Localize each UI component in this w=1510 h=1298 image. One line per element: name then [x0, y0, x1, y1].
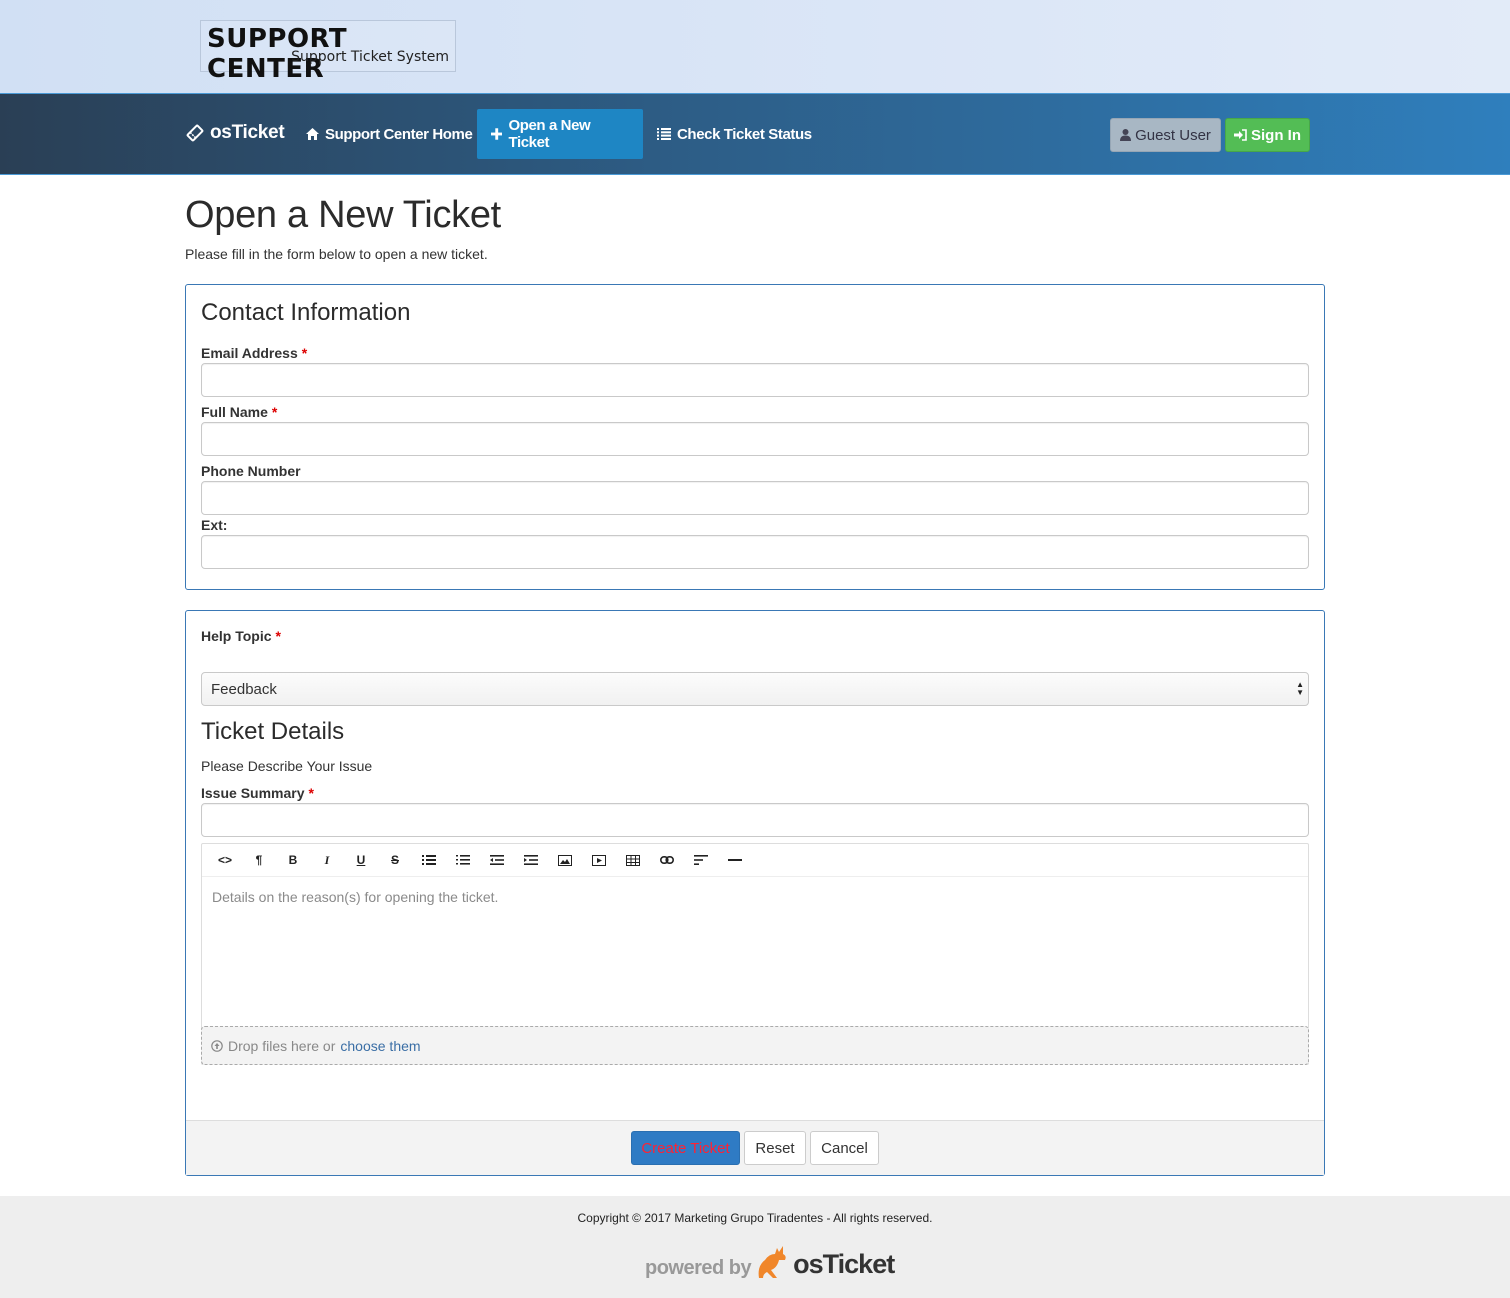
nav-open-new-ticket[interactable]: Open a New Ticket: [477, 109, 643, 159]
editor-placeholder: Details on the reason(s) for opening the…: [212, 889, 499, 905]
html-code-icon[interactable]: <>: [208, 848, 242, 872]
required-mark: *: [301, 345, 308, 361]
outdent-icon[interactable]: [480, 848, 514, 872]
editor-toolbar: <> ¶ B I U S: [202, 844, 1308, 877]
dropzone-text: Drop files here or: [228, 1037, 336, 1054]
powered-by-osticket-logo[interactable]: powered by osTicket: [645, 1242, 895, 1280]
main-navbar: osTicket Support Center Home Open a New …: [0, 93, 1510, 175]
ext-field[interactable]: [201, 535, 1309, 569]
brand-link[interactable]: osTicket: [186, 122, 285, 144]
email-label: Email Address *: [201, 345, 307, 361]
page-intro: Please fill in the form below to open a …: [185, 246, 488, 262]
help-topic-select[interactable]: Feedback ▲ ▼: [201, 672, 1309, 706]
upload-icon: [211, 1039, 223, 1052]
cancel-button[interactable]: Cancel: [810, 1131, 879, 1165]
strikethrough-icon[interactable]: S: [378, 848, 412, 872]
required-mark: *: [308, 785, 314, 801]
select-arrows-icon: ▲ ▼: [1296, 680, 1304, 697]
required-mark: *: [275, 628, 281, 644]
top-banner: SUPPORT CENTER Support Ticket System: [0, 0, 1510, 93]
issue-summary-label-text: Issue Summary: [201, 785, 305, 801]
nav-label-home: Support Center Home: [325, 125, 473, 143]
underline-icon[interactable]: U: [344, 848, 378, 872]
brand-label: osTicket: [210, 122, 285, 143]
issue-summary-label: Issue Summary *: [201, 785, 314, 801]
ticket-details-panel: Help Topic * Feedback ▲ ▼ Ticket Details P…: [185, 610, 1325, 1176]
table-icon[interactable]: [616, 848, 650, 872]
link-icon[interactable]: [650, 848, 684, 872]
full-name-label-text: Full Name: [201, 404, 268, 420]
powered-by-text: powered by: [645, 1257, 752, 1279]
sign-in-label: Sign In: [1251, 126, 1301, 144]
required-mark: *: [271, 404, 278, 420]
page-title: Open a New Ticket: [185, 194, 501, 236]
email-label-text: Email Address: [201, 345, 298, 361]
contact-heading: Contact Information: [201, 299, 411, 326]
help-topic-label: Help Topic *: [201, 628, 281, 644]
indent-icon[interactable]: [514, 848, 548, 872]
phone-field[interactable]: [201, 481, 1309, 515]
kangaroo-icon: [758, 1246, 786, 1278]
horizontal-rule-icon[interactable]: [718, 848, 752, 872]
image-icon[interactable]: [548, 848, 582, 872]
guest-user-button[interactable]: Guest User: [1110, 118, 1221, 152]
ticket-details-description: Please Describe Your Issue: [201, 758, 373, 774]
ticket-details-heading: Ticket Details: [201, 718, 345, 745]
italic-icon[interactable]: I: [310, 848, 344, 872]
email-field[interactable]: [201, 363, 1309, 397]
osticket-logo-text: osTicket: [793, 1249, 895, 1279]
user-icon: [1120, 129, 1132, 141]
unordered-list-icon[interactable]: [412, 848, 446, 872]
plus-icon: [491, 128, 503, 140]
form-actions: Create Ticket Reset Cancel: [186, 1120, 1324, 1175]
ticket-icon: [186, 124, 204, 142]
contact-information-panel: Contact Information Email Address * Full …: [185, 284, 1325, 590]
nav-support-center-home[interactable]: Support Center Home: [292, 109, 486, 159]
sign-in-icon: [1234, 129, 1247, 141]
help-topic-label-text: Help Topic: [201, 628, 272, 644]
copyright-text: Copyright © 2017 Marketing Grupo Tiraden…: [577, 1211, 933, 1225]
full-name-label: Full Name *: [201, 404, 277, 420]
sign-in-button[interactable]: Sign In: [1225, 118, 1310, 152]
nav-check-ticket-status[interactable]: Check Ticket Status: [643, 109, 826, 159]
list-icon: [657, 128, 671, 140]
ordered-list-icon[interactable]: [446, 848, 480, 872]
ext-label: Ext:: [201, 517, 228, 533]
create-ticket-button[interactable]: Create Ticket: [631, 1131, 740, 1165]
page-footer: Copyright © 2017 Marketing Grupo Tiraden…: [0, 1196, 1510, 1298]
guest-user-label: Guest User: [1135, 126, 1211, 144]
nav-label-status: Check Ticket Status: [677, 125, 812, 143]
issue-summary-field[interactable]: [201, 803, 1309, 837]
logo-subtitle: Support Ticket System: [291, 49, 449, 65]
video-icon[interactable]: [582, 848, 616, 872]
nav-label-open: Open a New Ticket: [508, 117, 591, 151]
choose-files-link[interactable]: choose them: [340, 1038, 420, 1054]
help-topic-value: Feedback: [211, 680, 277, 698]
paragraph-format-icon[interactable]: ¶: [242, 848, 276, 872]
reset-button[interactable]: Reset: [744, 1131, 806, 1165]
full-name-field[interactable]: [201, 422, 1309, 456]
support-center-logo[interactable]: SUPPORT CENTER Support Ticket System: [200, 20, 456, 84]
home-icon: [306, 128, 319, 140]
file-dropzone[interactable]: Drop files here or choose them: [201, 1026, 1309, 1065]
phone-label: Phone Number: [201, 463, 301, 479]
alignment-icon[interactable]: [684, 848, 718, 872]
bold-icon[interactable]: B: [276, 848, 310, 872]
